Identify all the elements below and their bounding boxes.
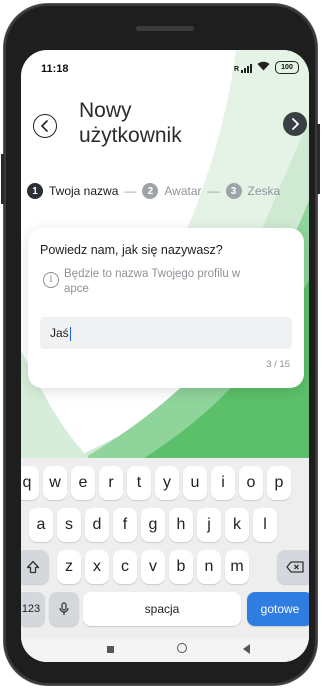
numbers-key[interactable]: 123	[21, 592, 45, 626]
shift-icon	[26, 560, 40, 574]
system-back-icon[interactable]	[243, 644, 250, 654]
status-icons: R 100	[234, 61, 299, 74]
key-h[interactable]: h	[169, 508, 193, 542]
key-d[interactable]: d	[85, 508, 109, 542]
key-r[interactable]: r	[99, 466, 123, 500]
keyboard-row-4: 123 spacja gotowe	[21, 592, 309, 626]
key-f[interactable]: f	[113, 508, 137, 542]
key-p[interactable]: p	[267, 466, 291, 500]
name-input-value: Jaś	[50, 326, 69, 340]
phone-side-button	[317, 124, 320, 194]
key-n[interactable]: n	[197, 550, 221, 584]
name-card: Powiedz nam, jak się nazywasz? i Będzie …	[28, 228, 304, 388]
keyboard-row-1: q w e r t y u i o p	[21, 466, 309, 500]
key-y[interactable]: y	[155, 466, 179, 500]
name-question: Powiedz nam, jak się nazywasz?	[40, 243, 223, 257]
step-separator: —	[207, 184, 220, 198]
key-c[interactable]: c	[113, 550, 137, 584]
keyboard: q w e r t y u i o p a s d f g h j k l z …	[21, 458, 309, 638]
chevron-right-icon	[292, 118, 299, 130]
home-icon[interactable]	[177, 643, 187, 653]
step-separator: —	[124, 184, 137, 198]
keyboard-row-2: a s d f g h j k l	[21, 508, 309, 542]
name-input[interactable]: Jaś	[40, 317, 292, 349]
status-bar: 11:18 R 100	[21, 50, 309, 88]
page-title: Nowy użytkownik	[79, 99, 182, 147]
done-key[interactable]: gotowe	[247, 592, 309, 626]
back-button[interactable]	[33, 114, 57, 138]
key-o[interactable]: o	[239, 466, 263, 500]
backspace-key[interactable]	[277, 550, 309, 584]
signal-label: R	[233, 65, 239, 73]
step-label-name: Twoja nazwa	[49, 184, 119, 198]
key-s[interactable]: s	[57, 508, 81, 542]
character-counter: 3 / 15	[266, 359, 290, 370]
key-b[interactable]: b	[169, 550, 193, 584]
mic-key[interactable]	[49, 592, 79, 626]
keyboard-row-3: z x c v b n m	[21, 550, 309, 584]
info-icon: i	[43, 272, 59, 288]
wifi-icon	[257, 61, 270, 74]
name-hint: Będzie to nazwa Twojego profilu w apce	[64, 268, 241, 295]
stepper: 1 Twoja nazwa — 2 Awatar — 3 Zeska	[27, 180, 280, 202]
key-t[interactable]: t	[127, 466, 151, 500]
text-caret	[69, 326, 72, 341]
key-v[interactable]: v	[141, 550, 165, 584]
battery-icon: 100	[275, 61, 299, 74]
step-label-consents: Zeska	[247, 184, 281, 198]
space-key[interactable]: spacja	[83, 592, 241, 626]
step-number-1: 1	[27, 183, 43, 199]
next-button[interactable]	[283, 112, 307, 136]
chevron-left-icon	[41, 120, 48, 132]
recent-apps-icon[interactable]	[107, 646, 114, 653]
app-screen: 11:18 R 100 Nowy użytkownik 1 Twoja nazw…	[21, 50, 309, 662]
key-u[interactable]: u	[183, 466, 207, 500]
key-g[interactable]: g	[141, 508, 165, 542]
status-time: 11:18	[41, 63, 69, 75]
key-i[interactable]: i	[211, 466, 235, 500]
backspace-icon	[286, 561, 304, 573]
phone-side-button	[1, 154, 4, 204]
key-a[interactable]: a	[29, 508, 53, 542]
phone-frame: 11:18 R 100 Nowy użytkownik 1 Twoja nazw…	[1, 4, 320, 685]
speaker-grille	[136, 26, 194, 31]
key-q[interactable]: q	[21, 466, 39, 500]
system-nav-bar	[21, 638, 309, 662]
step-number-3: 3	[225, 183, 242, 199]
step-label-avatar: Awatar	[164, 184, 202, 198]
key-w[interactable]: w	[43, 466, 67, 500]
key-x[interactable]: x	[85, 550, 109, 584]
key-e[interactable]: e	[71, 466, 95, 500]
mic-icon	[59, 602, 69, 615]
key-l[interactable]: l	[253, 508, 277, 542]
key-j[interactable]: j	[197, 508, 221, 542]
key-k[interactable]: k	[225, 508, 249, 542]
step-number-2: 2	[142, 183, 159, 199]
key-z[interactable]: z	[57, 550, 81, 584]
shift-key[interactable]	[21, 550, 49, 584]
key-m[interactable]: m	[225, 550, 249, 584]
signal-icon: R	[234, 63, 252, 73]
